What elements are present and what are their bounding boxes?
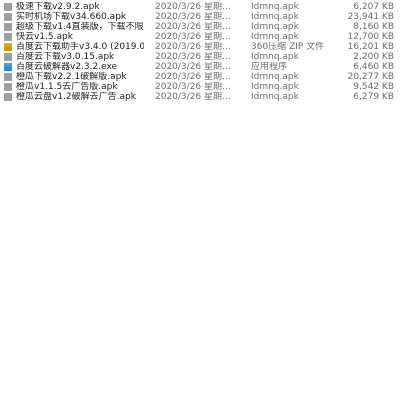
file-row[interactable] — [0, 362, 400, 372]
file-type: Idmnq.apk — [251, 22, 299, 32]
file-date: 2020/3/26 星期... — [155, 32, 231, 42]
file-row[interactable]: 快云v1.5.apk 2020/3/26 星期... Idmnq.apk 12,700… — [0, 32, 400, 42]
file-row[interactable] — [0, 222, 400, 232]
file-name: 橙瓜下载v2.2.1破解版.apk — [16, 72, 127, 82]
file-row[interactable] — [0, 392, 400, 402]
file-size: 9,542 KB — [353, 82, 394, 92]
file-row[interactable] — [0, 332, 400, 342]
file-type: 应用程序 — [251, 62, 288, 72]
file-date: 2020/3/26 星期... — [155, 2, 231, 12]
file-row[interactable] — [0, 192, 400, 202]
file-row[interactable]: 橙瓜云盘v1.2破解去广告.apk 2020/3/26 星期... Idmnq.ap… — [0, 92, 400, 102]
file-row[interactable] — [0, 172, 400, 182]
file-name: 橙瓜v1.1.5去广告版.apk — [16, 82, 118, 92]
file-row[interactable] — [0, 102, 400, 112]
apk-file-icon — [4, 13, 12, 21]
file-size: 6,460 KB — [353, 62, 394, 72]
file-row[interactable] — [0, 242, 400, 252]
file-type: Idmnq.apk — [251, 82, 299, 92]
file-row[interactable]: 橙瓜下载v2.2.1破解版.apk 2020/3/26 星期... Idmnq.ap… — [0, 72, 400, 82]
file-row[interactable]: 橙瓜v1.1.5去广告版.apk 2020/3/26 星期... Idmnq.apk… — [0, 82, 400, 92]
apk-file-icon — [4, 53, 12, 61]
file-row[interactable] — [0, 312, 400, 322]
file-row[interactable] — [0, 122, 400, 132]
file-list: 极速下载v2.9.2.apk 2020/3/26 星期... Idmnq.apk 6,… — [0, 0, 400, 415]
file-date: 2020/3/26 星期... — [155, 82, 231, 92]
file-row[interactable] — [0, 182, 400, 192]
apk-file-icon — [4, 83, 12, 91]
file-date: 2020/3/26 星期... — [155, 72, 231, 82]
file-row[interactable] — [0, 292, 400, 302]
file-row[interactable] — [0, 382, 400, 392]
file-size: 6,279 KB — [353, 92, 394, 102]
file-type: Idmnq.apk — [251, 32, 299, 42]
file-name: 超级下载v1.4直装版，下载不限速.apk — [16, 22, 144, 32]
file-row[interactable] — [0, 142, 400, 152]
file-row[interactable]: 百度云下载v3.0.15.apk 2020/3/26 星期... Idmnq.apk… — [0, 52, 400, 62]
file-name: 百度云下载助手v3.4.0 (2019.06.24).zip — [16, 42, 144, 52]
file-row[interactable] — [0, 132, 400, 142]
file-row[interactable]: 百度云下载助手v3.4.0 (2019.06.24).zip 2020/3/26 … — [0, 42, 400, 52]
file-row[interactable]: 极速下载v2.9.2.apk 2020/3/26 星期... Idmnq.apk 6,… — [0, 2, 400, 12]
file-name: 快云v1.5.apk — [16, 32, 73, 42]
file-name: 实时机场下载v34.660.apk — [16, 12, 127, 22]
file-row[interactable] — [0, 342, 400, 352]
file-row[interactable] — [0, 272, 400, 282]
file-row[interactable] — [0, 302, 400, 312]
file-row[interactable] — [0, 202, 400, 212]
file-row[interactable] — [0, 402, 400, 412]
file-date: 2020/3/26 星期... — [155, 92, 231, 102]
file-row[interactable] — [0, 262, 400, 272]
file-name: 橙瓜云盘v1.2破解去广告.apk — [16, 92, 136, 102]
zip-file-icon — [4, 43, 12, 51]
file-row[interactable] — [0, 212, 400, 222]
file-size: 16,201 KB — [347, 42, 394, 52]
file-name: 百度云破解器v2.3.2.exe — [16, 62, 118, 72]
file-type: Idmnq.apk — [251, 92, 299, 102]
file-row[interactable] — [0, 112, 400, 122]
file-row[interactable] — [0, 372, 400, 382]
file-row[interactable] — [0, 152, 400, 162]
file-row[interactable] — [0, 232, 400, 242]
file-name: 极速下载v2.9.2.apk — [16, 2, 100, 12]
file-row[interactable]: 百度云破解器v2.3.2.exe 2020/3/26 星期... 应用程序 6,460… — [0, 62, 400, 72]
file-date: 2020/3/26 星期... — [155, 22, 231, 32]
file-date: 2020/3/26 星期... — [155, 12, 231, 22]
file-row[interactable] — [0, 252, 400, 262]
file-size: 8,160 KB — [353, 22, 394, 32]
file-date: 2020/3/26 星期... — [155, 62, 231, 72]
file-date: 2020/3/26 星期... — [155, 52, 231, 62]
file-name: 百度云下载v3.0.15.apk — [16, 52, 115, 62]
file-date: 2020/3/26 星期... — [155, 42, 231, 52]
file-type: Idmnq.apk — [251, 52, 299, 62]
file-size: 2,200 KB — [353, 52, 394, 62]
file-type: 360压缩 ZIP 文件 — [251, 42, 325, 52]
file-size: 12,700 KB — [347, 32, 394, 42]
exe-file-icon — [4, 63, 12, 71]
file-row[interactable] — [0, 322, 400, 332]
file-size: 23,941 KB — [347, 12, 394, 22]
file-type: Idmnq.apk — [251, 72, 299, 82]
file-size: 20,277 KB — [347, 72, 394, 82]
file-type: Idmnq.apk — [251, 12, 299, 22]
apk-file-icon — [4, 33, 12, 41]
file-row[interactable]: 超级下载v1.4直装版，下载不限速.apk 2020/3/26 星期... Idmn… — [0, 22, 400, 32]
file-type: Idmnq.apk — [251, 2, 299, 12]
apk-file-icon — [4, 23, 12, 31]
file-row[interactable]: 实时机场下载v34.660.apk 2020/3/26 星期... Idmnq.ap… — [0, 12, 400, 22]
file-row[interactable] — [0, 352, 400, 362]
file-row[interactable] — [0, 162, 400, 172]
apk-file-icon — [4, 73, 12, 81]
file-row[interactable] — [0, 282, 400, 292]
apk-file-icon — [4, 93, 12, 101]
file-size: 6,207 KB — [353, 2, 394, 12]
apk-file-icon — [4, 3, 12, 11]
